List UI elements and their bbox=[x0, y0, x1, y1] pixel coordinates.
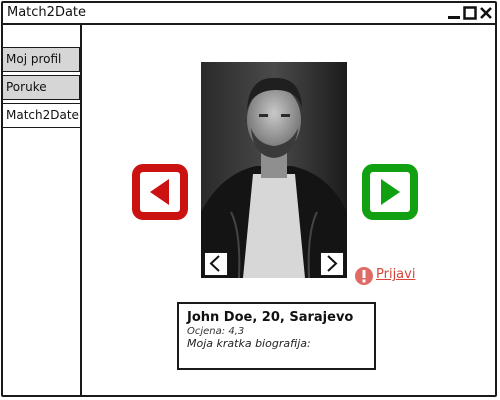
profile-bio: Moja kratka biografija: bbox=[187, 337, 311, 350]
photo-next-button[interactable] bbox=[320, 252, 344, 276]
reject-left-arrow-button[interactable] bbox=[132, 164, 188, 220]
window-title: Match2Date bbox=[7, 5, 87, 20]
sidebar-item-moj-profil[interactable]: Moj profil bbox=[3, 47, 80, 72]
accept-right-arrow-button[interactable] bbox=[362, 164, 418, 220]
chevron-right-icon bbox=[327, 255, 338, 272]
profile-name: John Doe, 20, Sarajevo bbox=[187, 310, 354, 325]
report-label[interactable]: Prijavi bbox=[376, 267, 415, 282]
minimize-icon[interactable] bbox=[447, 6, 461, 20]
maximize-icon[interactable] bbox=[463, 6, 477, 20]
photo-prev-button[interactable] bbox=[204, 252, 228, 276]
sidebar-item-poruke[interactable]: Poruke bbox=[3, 75, 80, 100]
alert-icon bbox=[355, 267, 373, 285]
profile-photo bbox=[201, 62, 347, 278]
profile-rating: Ocjena: 4,3 bbox=[187, 326, 245, 337]
sidebar: Moj profil Poruke Match2Date bbox=[3, 23, 82, 395]
profile-info-card: John Doe, 20, Sarajevo Ocjena: 4,3 Moja … bbox=[177, 302, 376, 370]
red-left-arrow-icon bbox=[132, 164, 188, 220]
green-right-arrow-icon bbox=[362, 164, 418, 220]
title-bar: Match2Date bbox=[3, 3, 495, 25]
sidebar-item-match2date[interactable]: Match2Date bbox=[3, 103, 80, 128]
chevron-left-icon bbox=[209, 255, 220, 272]
close-icon[interactable] bbox=[479, 6, 493, 20]
